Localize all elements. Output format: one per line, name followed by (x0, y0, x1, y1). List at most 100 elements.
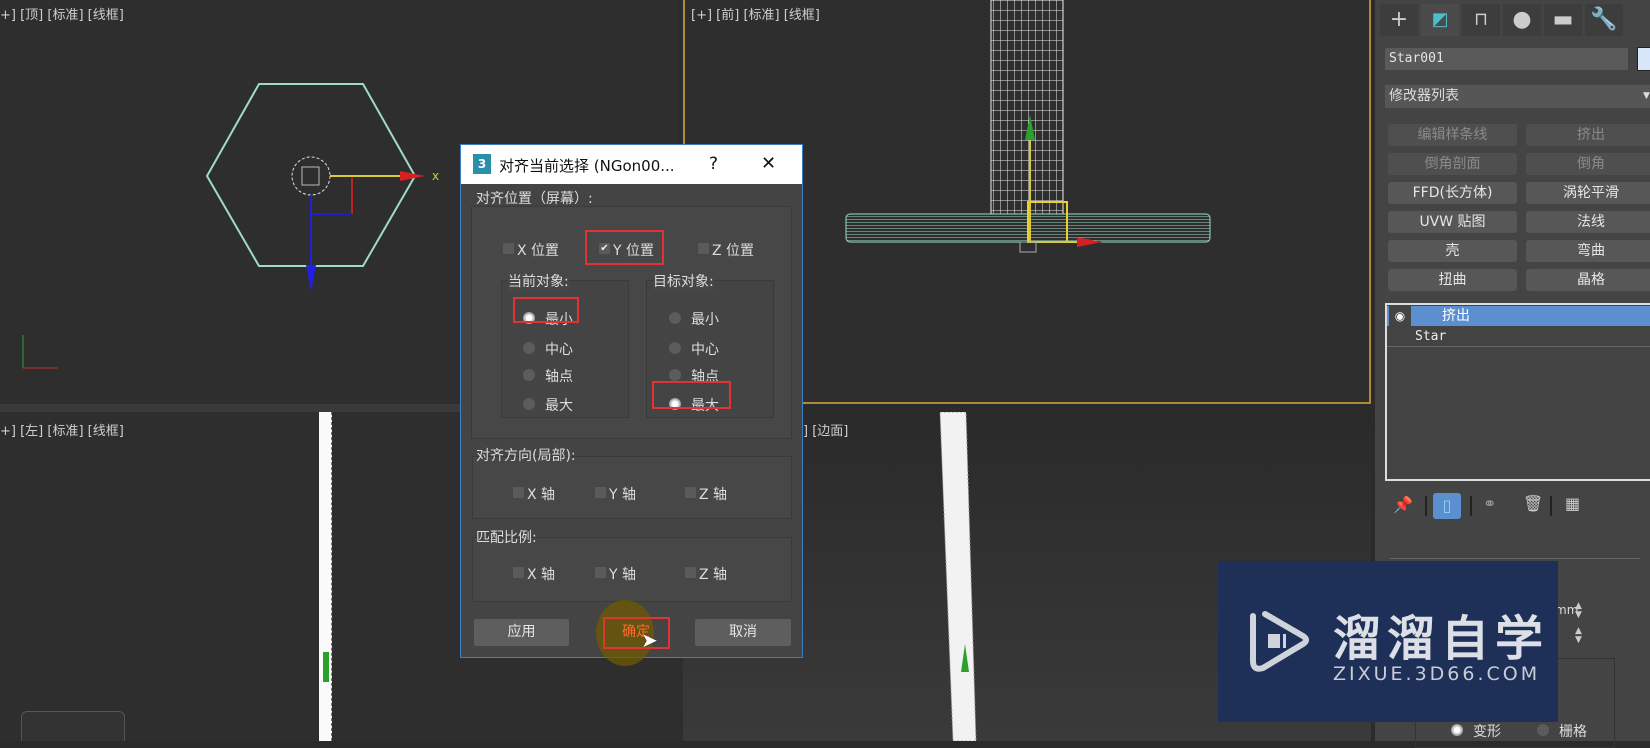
x-position-checkbox[interactable]: X 位置 (503, 240, 559, 259)
cancel-button[interactable]: 取消 (695, 619, 791, 646)
modifier-stack[interactable]: ◉ 挤出 Star (1385, 303, 1650, 481)
z-position-checkbox[interactable]: Z 位置 (698, 240, 755, 259)
axis-x-label: x (432, 169, 439, 183)
checkbox-label: X 轴 (527, 487, 556, 503)
trash-icon[interactable]: 🗑 (1523, 494, 1543, 513)
radio-dot (669, 369, 681, 381)
motion-tab[interactable]: ● (1503, 4, 1541, 36)
dialog-title: 对齐当前选择 (NGon00... (499, 157, 675, 175)
checkbox-label: Z 位置 (712, 243, 755, 259)
close-icon[interactable]: ✕ (761, 153, 776, 174)
checkbox-box (513, 487, 524, 498)
object-name-field[interactable]: Star001 (1385, 48, 1628, 70)
show-end-result-icon[interactable]: ▯ (1433, 493, 1461, 519)
help-button[interactable]: ? (709, 154, 718, 174)
pin-stack-icon[interactable]: 📌 (1393, 495, 1413, 514)
scale-x-checkbox[interactable]: X 轴 (513, 564, 555, 583)
configure-sets-icon[interactable]: ▦ (1565, 494, 1580, 513)
modifier-button[interactable]: UVW 贴图 (1388, 211, 1517, 233)
app-icon: 3 (473, 154, 491, 174)
separator (1550, 496, 1552, 516)
create-tab[interactable]: + (1380, 4, 1418, 36)
modifier-list-label: 修改器列表 (1389, 88, 1459, 104)
utilities-tab[interactable]: 🔧 (1585, 4, 1623, 36)
orient-z-checkbox[interactable]: Z 轴 (685, 484, 728, 503)
stack-item-extrude[interactable]: ◉ 挤出 (1387, 306, 1650, 326)
scale-z-checkbox[interactable]: Z 轴 (685, 564, 728, 583)
checkbox-label: Z 轴 (699, 487, 728, 503)
separator (1470, 496, 1472, 516)
viewport-label[interactable]: +] [左] [标准] [线框] (0, 420, 124, 439)
scale-y-checkbox[interactable]: Y 轴 (595, 564, 636, 583)
radio-label: 变形 (1473, 724, 1501, 740)
modifier-button[interactable]: 弯曲 (1526, 240, 1650, 262)
radio-dot (523, 342, 535, 354)
object-color-swatch[interactable] (1637, 47, 1650, 71)
target-option-radio[interactable]: 中心 (669, 339, 719, 358)
modifier-button[interactable]: 壳 (1388, 240, 1517, 262)
eye-icon[interactable]: ◉ (1389, 306, 1411, 326)
radio-dot (1537, 724, 1549, 736)
dialog-title-bar[interactable]: 3 对齐当前选择 (NGon00... ? ✕ (461, 145, 802, 184)
radio-label: 轴点 (545, 369, 573, 385)
align-selection-dialog: 3 对齐当前选择 (NGon00... ? ✕ 对齐位置（屏幕）: X 位置 ✔… (460, 144, 803, 666)
checkbox-box (503, 243, 514, 254)
star-shape (291, 156, 331, 196)
panel-splitter[interactable] (1390, 558, 1640, 559)
highlight-box (513, 297, 579, 323)
modifier-button[interactable]: 倒角剖面 (1388, 153, 1517, 175)
checkbox-box (595, 487, 606, 498)
z-axis-arrow (306, 265, 316, 292)
extruded-column (990, 0, 1064, 215)
watermark-brand: 溜溜自学 (1333, 611, 1550, 667)
mouse-cursor-icon: ➤ (641, 628, 658, 652)
current-option-radio[interactable]: 最大 (523, 395, 573, 414)
current-option-radio[interactable]: 中心 (523, 339, 573, 358)
modifier-button[interactable]: 扭曲 (1388, 269, 1517, 291)
display-tab[interactable]: ▬ (1544, 4, 1582, 36)
radio-dot (669, 342, 681, 354)
separator (1425, 496, 1427, 516)
spinner-2[interactable]: ▲ ▼ (1575, 627, 1589, 645)
radio-label: 最大 (545, 398, 573, 414)
watermark-url: ZIXUE.3D66.COM (1333, 663, 1541, 685)
modifier-button[interactable]: 挤出 (1526, 124, 1650, 146)
radio-grid[interactable]: 栅格 (1537, 721, 1587, 740)
gizmo-y (323, 652, 329, 682)
spinner-1[interactable]: ▲ ▼ (1575, 602, 1589, 620)
stack-item-star[interactable]: Star (1387, 327, 1650, 347)
current-option-radio[interactable]: 轴点 (523, 366, 573, 385)
orient-y-checkbox[interactable]: Y 轴 (595, 484, 637, 503)
modifier-button[interactable]: 倒角 (1526, 153, 1650, 175)
modifier-button[interactable]: 涡轮平滑 (1526, 182, 1650, 204)
apply-button[interactable]: 应用 (474, 619, 569, 646)
checkbox-box (685, 487, 696, 498)
group-label: 匹配比例: (476, 530, 537, 546)
stack-item-label: 挤出 (1442, 308, 1470, 324)
checkbox-label: Y 轴 (609, 487, 637, 503)
modify-tab[interactable]: ◩ (1421, 4, 1459, 36)
checkbox-box (595, 567, 606, 578)
stack-item-label: Star (1415, 329, 1447, 344)
modifier-list-dropdown[interactable]: 修改器列表 ▼ (1385, 85, 1650, 108)
radio-label: 栅格 (1559, 724, 1587, 740)
orient-x-checkbox[interactable]: X 轴 (513, 484, 556, 503)
object-edge-view (319, 412, 332, 741)
checkbox-label: Z 轴 (699, 567, 728, 583)
highlight-box (652, 381, 731, 409)
modifier-button[interactable]: FFD(长方体) (1388, 182, 1517, 204)
group-label: 对齐位置（屏幕）: (476, 191, 593, 207)
target-option-radio[interactable]: 最小 (669, 309, 719, 328)
checkbox-box (685, 567, 696, 578)
radio-dot (523, 398, 535, 410)
modifier-button[interactable]: 法线 (1526, 211, 1650, 233)
highlight-box (585, 230, 664, 265)
modifier-button[interactable]: 晶格 (1526, 269, 1650, 291)
checkbox-box (513, 567, 524, 578)
viewcube-button[interactable] (21, 711, 125, 741)
radio-deform[interactable]: 变形 (1451, 721, 1501, 740)
hierarchy-tab[interactable]: ⊓ (1462, 4, 1500, 36)
make-unique-icon[interactable]: ⚭ (1483, 494, 1496, 513)
modifier-button[interactable]: 编辑样条线 (1388, 124, 1517, 146)
radio-label: 最小 (691, 312, 719, 328)
